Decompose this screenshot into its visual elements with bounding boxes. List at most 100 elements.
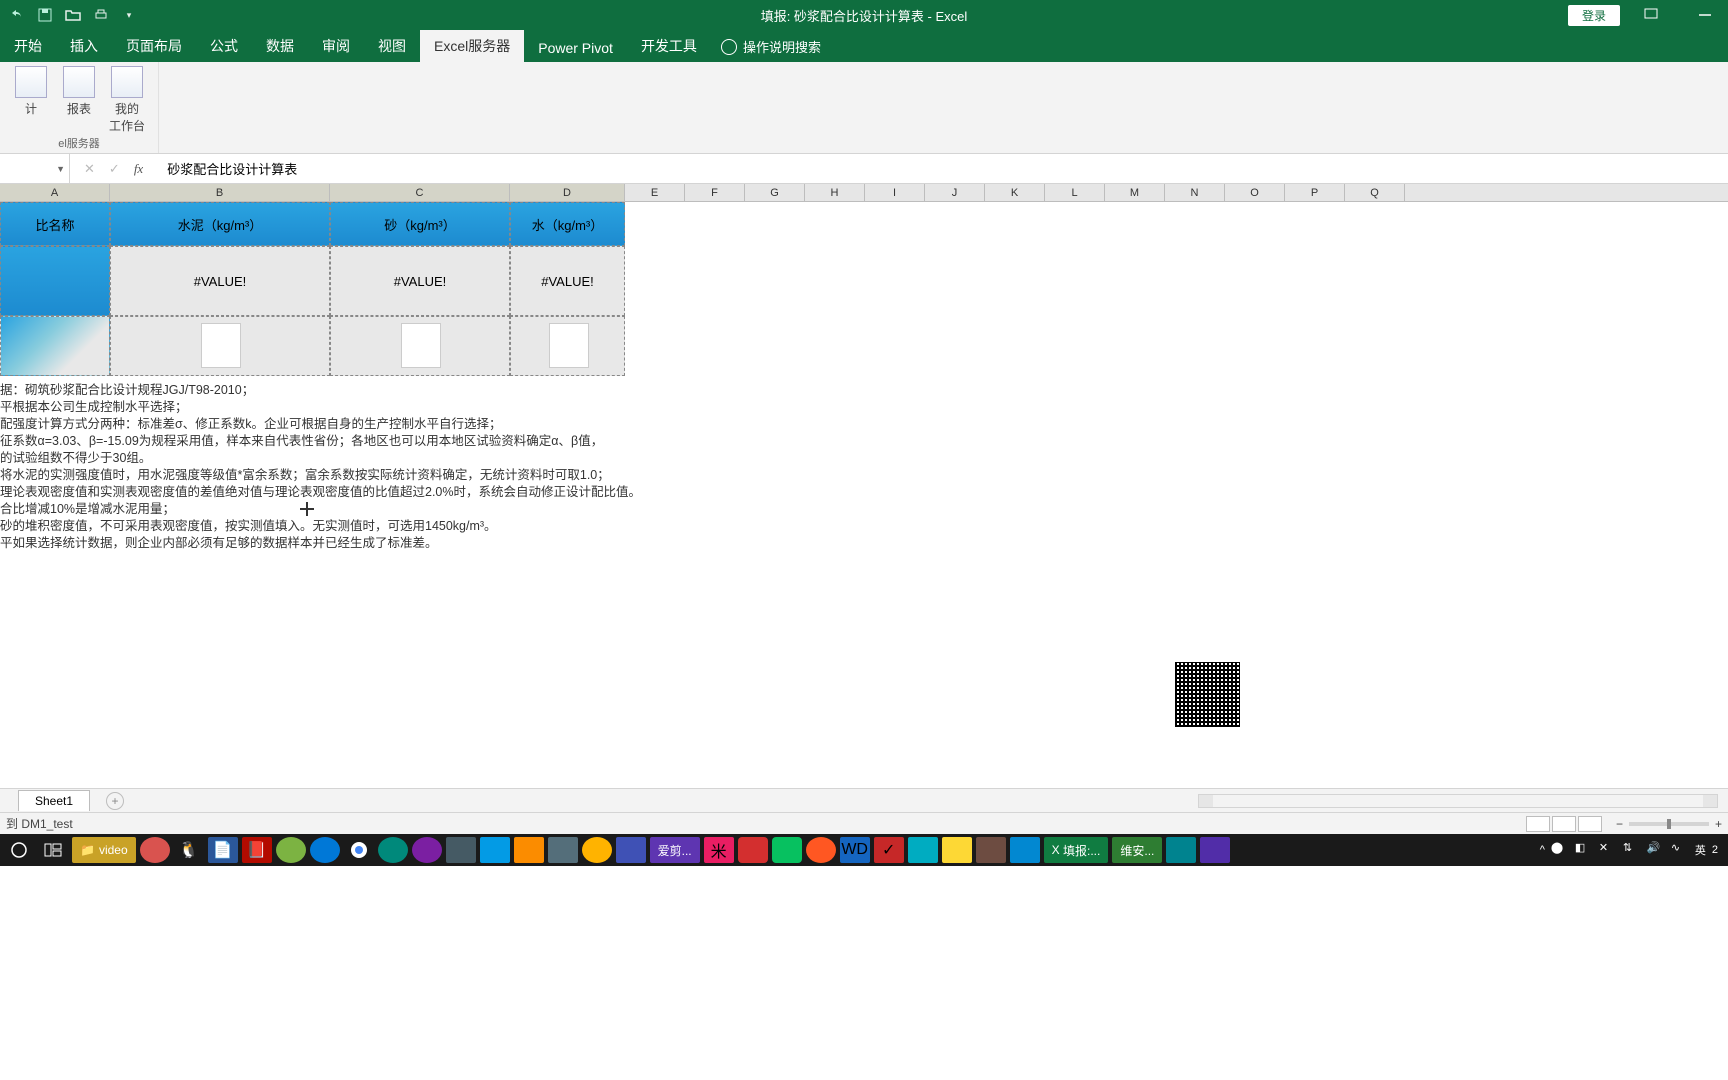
- tb-app-15[interactable]: [738, 837, 768, 863]
- horizontal-scrollbar[interactable]: [1198, 794, 1718, 808]
- tb-wechat-icon[interactable]: [772, 837, 802, 863]
- start-icon[interactable]: [4, 837, 34, 863]
- view-normal-icon[interactable]: [1526, 816, 1550, 832]
- tray-icon-1[interactable]: ⬤: [1551, 841, 1569, 859]
- minimize-icon[interactable]: [1682, 0, 1728, 30]
- tray-ime[interactable]: 英: [1695, 842, 1706, 858]
- tray-up-icon[interactable]: ^: [1540, 844, 1545, 856]
- col-header-D[interactable]: D: [510, 184, 625, 201]
- scroll-left-icon[interactable]: [1199, 795, 1213, 807]
- ribbon-display-icon[interactable]: [1628, 0, 1674, 30]
- tb-app-14[interactable]: 米: [704, 837, 734, 863]
- tb-app-16[interactable]: [806, 837, 836, 863]
- tb-app-18[interactable]: ✓: [874, 837, 904, 863]
- tb-app-3[interactable]: 📄: [208, 837, 238, 863]
- tab-powerpivot[interactable]: Power Pivot: [524, 34, 627, 62]
- confirm-icon[interactable]: ✓: [109, 161, 120, 177]
- row2-b[interactable]: #VALUE!: [110, 246, 330, 316]
- tray-icon-2[interactable]: ◧: [1575, 841, 1593, 859]
- row2-d[interactable]: #VALUE!: [510, 246, 625, 316]
- view-pagelayout-icon[interactable]: [1552, 816, 1576, 832]
- col-header-K[interactable]: K: [985, 184, 1045, 201]
- tab-devtools[interactable]: 开发工具: [627, 30, 711, 62]
- tab-home[interactable]: 开始: [0, 30, 56, 62]
- hdr-sand[interactable]: 砂（kg/m³）: [330, 202, 510, 246]
- hdr-name[interactable]: 比名称: [0, 202, 110, 246]
- tb-app-13[interactable]: [616, 837, 646, 863]
- tray-icon-3[interactable]: ✕: [1599, 841, 1617, 859]
- col-header-N[interactable]: N: [1165, 184, 1225, 201]
- col-header-C[interactable]: C: [330, 184, 510, 201]
- row3-c[interactable]: [330, 316, 510, 376]
- fx-icon[interactable]: fx: [134, 161, 143, 177]
- tab-view[interactable]: 视图: [364, 30, 420, 62]
- col-header-E[interactable]: E: [625, 184, 685, 201]
- view-pagebreak-icon[interactable]: [1578, 816, 1602, 832]
- tb-app-11[interactable]: [548, 837, 578, 863]
- tb-app-9[interactable]: [480, 837, 510, 863]
- ribbon-btn-report[interactable]: 报表: [58, 66, 100, 134]
- tab-review[interactable]: 审阅: [308, 30, 364, 62]
- tb-app-1[interactable]: [140, 837, 170, 863]
- worksheet-grid[interactable]: 比名称 水泥（kg/m³） 砂（kg/m³） 水（kg/m³） #VALUE! …: [0, 202, 1728, 788]
- tab-data[interactable]: 数据: [252, 30, 308, 62]
- zoom-in-icon[interactable]: +: [1715, 817, 1722, 831]
- tb-app-4[interactable]: 📕: [242, 837, 272, 863]
- hdr-cement[interactable]: 水泥（kg/m³）: [110, 202, 330, 246]
- save-icon[interactable]: [36, 6, 54, 24]
- ribbon-btn-mydesk[interactable]: 我的 工作台: [106, 66, 148, 134]
- col-header-O[interactable]: O: [1225, 184, 1285, 201]
- tb-app-21[interactable]: [976, 837, 1006, 863]
- tb-app-19[interactable]: [908, 837, 938, 863]
- tray-volume-icon[interactable]: 🔊: [1647, 841, 1665, 859]
- row2-a[interactable]: [0, 246, 110, 316]
- tb-excel-current[interactable]: X 填报:...: [1044, 837, 1109, 863]
- tb-app-24[interactable]: [1200, 837, 1230, 863]
- tb-app-5[interactable]: [276, 837, 306, 863]
- tab-excelserver[interactable]: Excel服务器: [420, 30, 524, 62]
- tab-insert[interactable]: 插入: [56, 30, 112, 62]
- tb-app-7[interactable]: [412, 837, 442, 863]
- cancel-icon[interactable]: ✕: [84, 161, 95, 177]
- row3-a[interactable]: [0, 316, 110, 376]
- tab-pagelayout[interactable]: 页面布局: [112, 30, 196, 62]
- row3-b[interactable]: [110, 316, 330, 376]
- qat-more-icon[interactable]: ▾: [120, 6, 138, 24]
- tb-chrome-icon[interactable]: [344, 837, 374, 863]
- tb-app-2[interactable]: 🐧: [174, 837, 204, 863]
- col-header-M[interactable]: M: [1105, 184, 1165, 201]
- tb-app-6[interactable]: [378, 837, 408, 863]
- tb-app-12[interactable]: [582, 837, 612, 863]
- col-header-J[interactable]: J: [925, 184, 985, 201]
- row3-d[interactable]: [510, 316, 625, 376]
- col-header-I[interactable]: I: [865, 184, 925, 201]
- col-header-Q[interactable]: Q: [1345, 184, 1405, 201]
- tb-app-10[interactable]: [514, 837, 544, 863]
- add-sheet-button[interactable]: +: [106, 792, 124, 810]
- col-header-G[interactable]: G: [745, 184, 805, 201]
- tray-icon-4[interactable]: ∿: [1671, 841, 1689, 859]
- tb-app-22[interactable]: [1010, 837, 1040, 863]
- zoom-control[interactable]: − +: [1616, 817, 1722, 831]
- login-button[interactable]: 登录: [1568, 5, 1620, 26]
- col-header-H[interactable]: H: [805, 184, 865, 201]
- undo-icon[interactable]: [8, 6, 26, 24]
- ribbon-btn-1[interactable]: 计: [10, 66, 52, 134]
- tb-weian[interactable]: 维安...: [1112, 837, 1162, 863]
- tab-formulas[interactable]: 公式: [196, 30, 252, 62]
- formula-input[interactable]: 砂浆配合比设计计算表: [157, 159, 1728, 178]
- tray-time[interactable]: 2: [1712, 844, 1718, 856]
- tb-edge-icon[interactable]: [310, 837, 340, 863]
- print-icon[interactable]: [92, 6, 110, 24]
- namebox-dropdown-icon[interactable]: ▼: [56, 164, 65, 174]
- tray-network-icon[interactable]: ⇅: [1623, 841, 1641, 859]
- name-box[interactable]: ▼: [0, 154, 70, 183]
- sheet-tab-1[interactable]: Sheet1: [18, 790, 90, 811]
- taskview-icon[interactable]: [38, 837, 68, 863]
- open-icon[interactable]: [64, 6, 82, 24]
- col-header-F[interactable]: F: [685, 184, 745, 201]
- hdr-water[interactable]: 水（kg/m³）: [510, 202, 625, 246]
- col-header-L[interactable]: L: [1045, 184, 1105, 201]
- tb-aijian[interactable]: 爱剪...: [650, 837, 700, 863]
- row2-c[interactable]: #VALUE!: [330, 246, 510, 316]
